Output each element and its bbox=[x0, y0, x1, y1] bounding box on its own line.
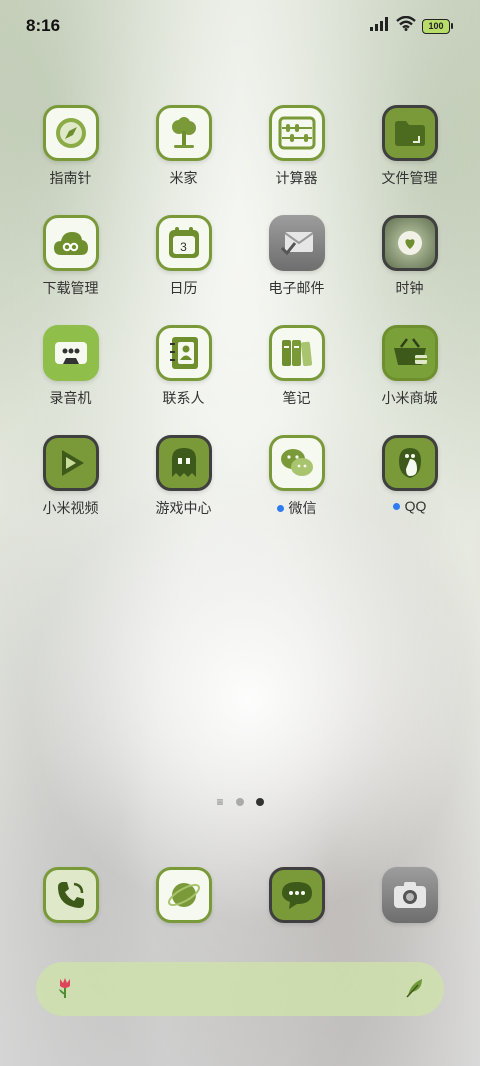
compass-icon bbox=[42, 105, 99, 161]
tulip-icon bbox=[54, 975, 76, 1004]
app-recorder[interactable]: 录音机 bbox=[14, 325, 127, 408]
folder-icon bbox=[381, 105, 438, 161]
play-icon bbox=[42, 435, 99, 491]
app-calendar[interactable]: 3 日历 bbox=[127, 215, 240, 298]
dock-camera[interactable] bbox=[353, 867, 466, 923]
app-label: 小米视频 bbox=[42, 500, 99, 516]
app-game-center[interactable]: 游戏中心 bbox=[127, 435, 240, 518]
app-label: 计算器 bbox=[275, 170, 318, 186]
app-email[interactable]: 电子邮件 bbox=[240, 215, 353, 298]
battery-icon: 100 bbox=[422, 18, 453, 34]
app-file-manager[interactable]: 文件管理 bbox=[353, 105, 466, 188]
page-dot bbox=[235, 798, 244, 806]
status-icons: 100 bbox=[370, 15, 453, 36]
abacus-icon bbox=[268, 105, 325, 161]
app-label: 电子邮件 bbox=[268, 280, 325, 296]
app-label: 米家 bbox=[169, 170, 198, 186]
notes-icon bbox=[268, 325, 325, 381]
app-label: 指南针 bbox=[49, 170, 92, 186]
new-badge-dot bbox=[392, 502, 400, 510]
calendar-date: 3 bbox=[180, 240, 187, 254]
app-qq[interactable]: QQ bbox=[353, 435, 466, 518]
wifi-icon bbox=[396, 15, 416, 36]
penguin-icon bbox=[381, 435, 438, 491]
camera-icon bbox=[381, 867, 438, 923]
app-clock[interactable]: 时钟 bbox=[353, 215, 466, 298]
wechat-icon bbox=[268, 435, 325, 491]
app-grid: 指南针 米家 计算器 文件管理 下载管理 3 日历 电子邮件 时钟 录音机 联系… bbox=[14, 105, 466, 518]
contacts-book-icon bbox=[155, 325, 212, 381]
app-label: 笔记 bbox=[282, 390, 311, 406]
dock-phone[interactable] bbox=[14, 867, 127, 923]
app-label: 小米商城 bbox=[381, 390, 438, 406]
app-compass[interactable]: 指南针 bbox=[14, 105, 127, 188]
message-icon bbox=[268, 867, 325, 923]
app-download-manager[interactable]: 下载管理 bbox=[14, 215, 127, 298]
app-mi-store[interactable]: 小米商城 bbox=[353, 325, 466, 408]
status-bar: 8:16 100 bbox=[0, 0, 480, 52]
planet-browser-icon bbox=[155, 867, 212, 923]
cloud-download-icon bbox=[42, 215, 99, 271]
cassette-icon bbox=[42, 325, 99, 381]
search-bar[interactable] bbox=[36, 962, 444, 1016]
app-label: 下载管理 bbox=[42, 280, 99, 296]
app-wechat[interactable]: 微信 bbox=[240, 435, 353, 518]
app-contacts[interactable]: 联系人 bbox=[127, 325, 240, 408]
page-indicator[interactable]: ≡ bbox=[0, 796, 480, 808]
dock-messages[interactable] bbox=[240, 867, 353, 923]
mail-icon bbox=[268, 215, 325, 271]
shopping-basket-icon bbox=[381, 325, 438, 381]
app-label: 游戏中心 bbox=[155, 500, 212, 516]
app-label: 文件管理 bbox=[381, 170, 438, 186]
calendar-icon: 3 bbox=[155, 215, 212, 271]
dock bbox=[14, 867, 466, 923]
tree-icon bbox=[155, 105, 212, 161]
menu-lines-icon: ≡ bbox=[216, 795, 224, 809]
app-label: 录音机 bbox=[49, 390, 92, 406]
ghost-icon bbox=[155, 435, 212, 491]
app-label: 联系人 bbox=[162, 390, 205, 406]
app-notes[interactable]: 笔记 bbox=[240, 325, 353, 408]
page-dot-active bbox=[255, 798, 264, 806]
app-label: 日历 bbox=[169, 280, 198, 296]
app-label: 时钟 bbox=[395, 280, 424, 296]
app-mijia[interactable]: 米家 bbox=[127, 105, 240, 188]
new-badge-dot bbox=[276, 504, 284, 512]
dock-browser[interactable] bbox=[127, 867, 240, 923]
status-time: 8:16 bbox=[26, 16, 61, 35]
signal-icon bbox=[370, 16, 390, 36]
app-mi-video[interactable]: 小米视频 bbox=[14, 435, 127, 518]
app-label: QQ bbox=[404, 498, 427, 514]
phone-icon bbox=[42, 867, 99, 923]
app-calculator[interactable]: 计算器 bbox=[240, 105, 353, 188]
leaf-icon bbox=[404, 976, 426, 1003]
app-label: 微信 bbox=[288, 500, 317, 516]
clock-photo-icon bbox=[381, 215, 438, 271]
